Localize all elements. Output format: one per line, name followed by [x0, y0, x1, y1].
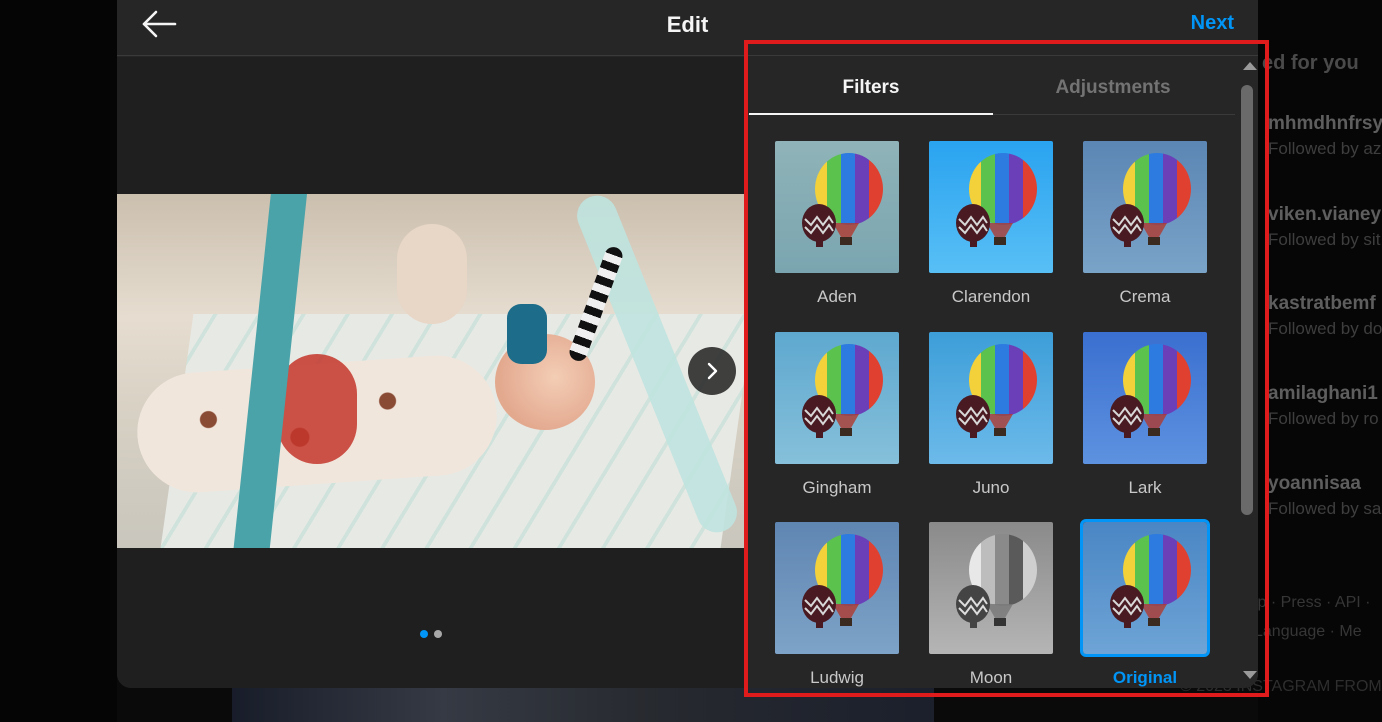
- filter-thumbnail: [775, 332, 899, 464]
- footer-links: Language · Me: [1254, 623, 1362, 640]
- background-sidebar: [1258, 0, 1382, 722]
- scrollbar-thumb[interactable]: [1241, 85, 1253, 515]
- suggested-user-sub: Followed by ro: [1268, 409, 1379, 428]
- suggested-user-sub: Followed by az: [1268, 139, 1382, 158]
- suggested-user-name: amilaghani1: [1268, 383, 1378, 404]
- filter-thumbnail: [775, 141, 899, 273]
- filter-label: Clarendon: [951, 287, 1031, 306]
- scroll-up-arrow[interactable]: [1243, 62, 1257, 70]
- suggested-user-sub: Followed by sit: [1268, 230, 1381, 249]
- filter-label: Moon: [969, 668, 1013, 687]
- carousel-next-button[interactable]: [688, 347, 736, 395]
- edit-panel: Filters Adjustments Aden Clarendon Crema Gi…: [747, 57, 1258, 688]
- scrollbar[interactable]: [1238, 57, 1258, 688]
- photo-preview: [117, 57, 747, 688]
- panel-tabs: Filters Adjustments: [747, 57, 1235, 115]
- filter-thumbnail: [1083, 332, 1207, 464]
- edit-modal: Edit Next Filters Adjustments Aden Clare…: [117, 0, 1258, 688]
- background-feed-image: [232, 688, 934, 722]
- modal-title: Edit: [666, 12, 709, 37]
- footer-links: lp · Press · API ·: [1254, 594, 1371, 611]
- filter-thumbnail: [929, 141, 1053, 273]
- suggested-user-sub: Followed by do: [1268, 319, 1382, 338]
- filter-label: Gingham: [802, 478, 872, 497]
- filter-label: Juno: [972, 478, 1010, 497]
- suggested-user-name: yoannisaa: [1268, 473, 1361, 494]
- carousel-dot: [420, 630, 428, 638]
- suggested-user-name: kastratbemf: [1268, 293, 1376, 314]
- preview-image: [117, 194, 745, 548]
- filter-thumbnail: [929, 332, 1053, 464]
- filter-label: Ludwig: [810, 668, 864, 687]
- filter-label: Original: [1112, 668, 1178, 687]
- scroll-down-arrow[interactable]: [1243, 671, 1257, 679]
- filter-label: Lark: [1128, 478, 1162, 497]
- filter-thumbnail: [1083, 141, 1207, 273]
- modal-header: Edit Next: [117, 0, 1258, 56]
- suggested-user-name: mhmdhnfrsy: [1268, 113, 1382, 134]
- suggested-user-name: viken.vianey: [1268, 204, 1382, 225]
- filter-thumbnail: [1080, 519, 1210, 657]
- filter-label: Crema: [1119, 287, 1171, 306]
- carousel-dot: [434, 630, 442, 638]
- filter-label: Aden: [817, 287, 857, 306]
- tab-adjustments[interactable]: Adjustments: [991, 57, 1235, 115]
- filter-thumbnail: [929, 522, 1053, 654]
- suggested-heading: ed for you: [1262, 52, 1359, 74]
- chevron-right-icon: [707, 362, 718, 380]
- next-button[interactable]: Next: [1191, 12, 1234, 35]
- filter-thumbnail: [775, 522, 899, 654]
- tab-filters[interactable]: Filters: [749, 57, 993, 115]
- carousel-dots: [420, 630, 442, 638]
- background-left: [0, 0, 117, 722]
- suggested-user-sub: Followed by sa: [1268, 499, 1382, 518]
